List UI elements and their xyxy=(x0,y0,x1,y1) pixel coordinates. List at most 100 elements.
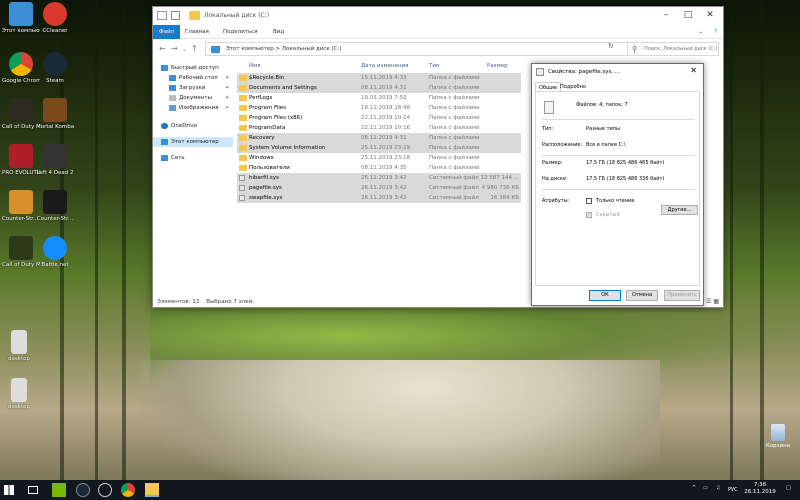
hidden-checkbox: ✓ xyxy=(586,212,592,218)
file-row[interactable]: Windows 25.11.2019 23:18 Папка с файлами xyxy=(237,153,521,163)
column-header-type[interactable]: Тип xyxy=(429,61,440,71)
network-icon xyxy=(161,154,168,161)
chrome-taskbar-icon[interactable] xyxy=(121,483,135,497)
desktop-icon-ccleaner[interactable]: CCleaner xyxy=(36,2,74,35)
folder-icon xyxy=(239,125,247,131)
file-row[interactable]: swapfile.sys 26.11.2019 3:42 Системный фай… xyxy=(237,193,521,203)
file-row[interactable]: Пользователи 08.11.2019 4:35 Папка с файла… xyxy=(237,163,521,173)
up-arrow-icon[interactable]: ↑ xyxy=(191,44,198,53)
nav-item-onedrive[interactable]: OneDrive xyxy=(161,121,197,131)
file-row[interactable]: hiberfil.sys 26.11.2019 3:42 Системный фай… xyxy=(237,173,521,183)
new-folder-quick-icon[interactable] xyxy=(171,11,180,20)
folder-icon xyxy=(239,145,247,151)
column-header-date[interactable]: Дата изменения xyxy=(361,61,408,71)
file-row[interactable]: ProgramData 22.11.2019 10:16 Папка с файла… xyxy=(237,123,521,133)
file-row[interactable]: pagefile.sys 26.11.2019 3:42 Системный фай… xyxy=(237,183,521,193)
steam-taskbar-icon[interactable] xyxy=(76,483,90,497)
desktop-icon-csgo[interactable]: Counter-Str... Global Offe... xyxy=(2,190,40,223)
volume-tray-icon[interactable]: ♫ xyxy=(716,485,720,491)
minimize-button[interactable]: – xyxy=(655,7,677,23)
pin-icon[interactable]: ✦ xyxy=(225,83,229,93)
forward-arrow-icon[interactable]: → xyxy=(171,44,178,53)
file-list: Имя Дата изменения Тип Размер $Recycle.B… xyxy=(237,61,527,297)
properties-quick-icon[interactable] xyxy=(157,11,167,20)
file-type: Папка с файлами xyxy=(429,135,480,141)
column-header-size[interactable]: Размер xyxy=(487,61,508,71)
nav-item-desktop[interactable]: Рабочий стол ✦ xyxy=(169,73,229,83)
nav-item-downloads[interactable]: Загрузки ✦ xyxy=(169,83,229,93)
advanced-attributes-button[interactable]: Другие... xyxy=(661,205,698,215)
ok-button[interactable]: ОК xyxy=(589,290,621,301)
explorer-titlebar[interactable]: Локальный диск (C:) – □ ✕ xyxy=(153,7,723,25)
desktop-icon-cod-mw2[interactable]: Call of Duty Modern ... xyxy=(2,236,40,269)
desktop-icon-desktop-file-2[interactable]: desktop xyxy=(0,378,38,411)
desktop-icon-pes[interactable]: PRO EVOLUTIO... xyxy=(2,144,40,177)
file-row[interactable]: PerfLogs 19.03.2019 7:52 Папка с файлами xyxy=(237,93,521,103)
desktop-icon-this-pc[interactable]: Этот компьютер xyxy=(2,2,40,35)
desktop-icon-desktop-file-1[interactable]: desktop xyxy=(0,330,38,363)
attributes-label: Атрибуты: xyxy=(542,198,570,204)
nav-item-quick-access[interactable]: Быстрый доступ xyxy=(161,63,219,73)
taskbar: ^ ▭ ♫ РУС 7:38 26.11.2019 □ xyxy=(0,480,800,500)
view-toggle-icons[interactable]: ☰ ▦ xyxy=(706,298,719,305)
refresh-icon[interactable]: ↻ xyxy=(608,42,614,50)
desktop-icon-cs[interactable]: Counter-Str... xyxy=(36,190,74,223)
desktop-icon-mortal-kombat[interactable]: Mortal Kombat 11 xyxy=(36,98,74,131)
address-box[interactable]: Этот компьютер > Локальный диск (C:) xyxy=(205,42,635,56)
file-row[interactable]: Documents and Settings 08.11.2019 4:31 Пап… xyxy=(237,83,521,93)
search-input[interactable]: ⚲ Поиск: Локальный диск (C:) xyxy=(627,42,719,56)
dialog-close-button[interactable]: ✕ xyxy=(690,66,697,75)
file-icon xyxy=(536,68,544,76)
tab-file[interactable]: Файл xyxy=(153,25,181,39)
pin-icon[interactable]: ✦ xyxy=(225,93,229,103)
recent-dropdown-icon[interactable]: ⌄ xyxy=(182,46,187,53)
tab-share[interactable]: Поделиться xyxy=(217,25,264,39)
window-title: Локальный диск (C:) xyxy=(204,12,270,19)
windows-start-icon[interactable] xyxy=(4,485,14,495)
file-row[interactable]: Program Files (x86) 22.11.2019 10:14 Папка… xyxy=(237,113,521,123)
tray-arrow-icon[interactable]: ^ xyxy=(692,485,696,491)
desktop-icon-battlenet[interactable]: Battle.net xyxy=(36,236,74,269)
file-row[interactable]: Program Files 18.11.2019 18:48 Папка с фай… xyxy=(237,103,521,113)
file-row[interactable]: System Volume Information 25.11.2019 23:1… xyxy=(237,143,521,153)
desktop-icon-l4d2[interactable]: Left 4 Dead 2 xyxy=(36,144,74,177)
maximize-button[interactable]: □ xyxy=(677,7,699,23)
nav-item-this-pc[interactable]: Этот компьютер xyxy=(153,137,233,147)
notifications-icon[interactable]: □ xyxy=(786,485,791,491)
network-tray-icon[interactable]: ▭ xyxy=(703,485,708,491)
desktop-icon-cod-mw[interactable]: Call of Duty Modern ... xyxy=(2,98,40,131)
general-panel: Файлов: 4; папок: 7 Тип: Разные типы Рас… xyxy=(535,91,700,286)
cancel-button[interactable]: Отмена xyxy=(626,290,658,301)
task-view-icon[interactable] xyxy=(28,486,38,494)
back-arrow-icon[interactable]: ← xyxy=(159,44,166,53)
nav-item-documents[interactable]: Документы ✦ xyxy=(169,93,229,103)
nav-item-network[interactable]: Сеть xyxy=(161,153,185,163)
nvidia-icon[interactable] xyxy=(52,483,66,497)
file-name: Program Files xyxy=(249,105,287,111)
document-icon xyxy=(169,94,176,101)
pin-icon[interactable]: ✦ xyxy=(225,103,229,113)
clock[interactable]: 7:38 26.11.2019 xyxy=(740,482,780,496)
readonly-label: Только чтение xyxy=(596,198,635,204)
explorer-taskbar-icon[interactable] xyxy=(145,483,159,497)
tab-home[interactable]: Главная xyxy=(179,25,215,39)
column-header-name[interactable]: Имя xyxy=(249,61,261,71)
tab-view[interactable]: Вид xyxy=(267,25,290,39)
file-row[interactable]: $Recycle.Bin 15.11.2019 4:33 Папка с файла… xyxy=(237,73,521,83)
desktop-icon-steam[interactable]: Steam xyxy=(36,52,74,85)
game-controller-icon[interactable] xyxy=(98,483,112,497)
summary-text: Файлов: 4; папок: 7 xyxy=(576,102,628,108)
divider xyxy=(542,155,695,156)
close-button[interactable]: ✕ xyxy=(699,7,721,23)
readonly-checkbox[interactable] xyxy=(586,198,592,204)
file-row[interactable]: Recovery 08.11.2019 4:31 Папка с файлами xyxy=(237,133,521,143)
recycle-bin-icon[interactable]: Корзина xyxy=(763,424,793,449)
size-value: 17,5 ГБ (18 825 486 465 байт) xyxy=(586,160,665,166)
file-date: 26.11.2019 3:42 xyxy=(361,185,407,191)
language-indicator[interactable]: РУС xyxy=(728,487,738,493)
pin-icon[interactable]: ✦ xyxy=(225,73,229,83)
nav-item-pictures[interactable]: Изображения ✦ xyxy=(169,103,229,113)
desktop-icon-chrome[interactable]: Google Chrome xyxy=(2,52,40,85)
help-icon[interactable]: ? xyxy=(708,25,723,39)
expand-ribbon-icon[interactable]: ⌄ xyxy=(692,25,709,39)
